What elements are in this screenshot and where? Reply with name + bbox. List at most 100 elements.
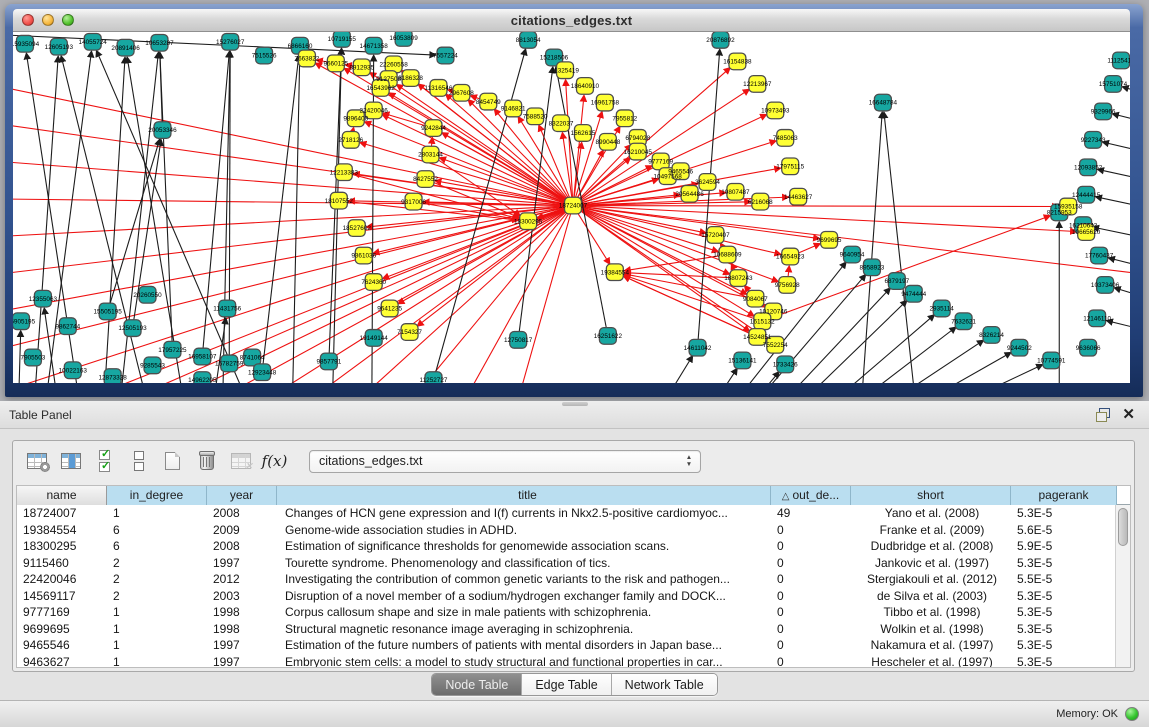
table-cell: 9463627 [17,654,107,669]
graph-node-label: 17975115 [776,164,804,171]
memory-ok-icon[interactable] [1125,707,1139,721]
graph-node-label: 12355063 [29,296,58,303]
graph-node-label: 9285543 [140,363,165,370]
graph-node-label: 20053346 [148,127,177,134]
graph-edge [762,216,1050,321]
delete-button[interactable] [193,448,220,474]
column-header-title[interactable]: title [277,486,771,505]
graph-edge [1107,321,1130,336]
new-document-button[interactable] [159,448,186,474]
graph-node-label: 14611042 [684,345,712,352]
network-view-window: citations_edges.txt 18724007159350941260… [5,4,1143,397]
table-cell: Genome-wide association studies in ADHD. [277,522,771,539]
network-canvas[interactable]: 1872400715935094126051931405572420891406… [13,32,1130,383]
graph-node-label: 9777169 [648,159,673,166]
delete-table-button[interactable]: ✕ [227,448,254,474]
column-header-in_degree[interactable]: in_degree [107,486,207,505]
graph-node-label: 10653287 [145,40,174,47]
graph-edge [779,301,906,383]
table-row[interactable]: 1938455462009Genome-wide association stu… [17,522,1130,539]
graph-node-label: 8990448 [595,139,620,146]
float-panel-icon[interactable] [1096,408,1110,421]
column-header-out_de[interactable]: △out_de... [771,486,851,505]
graph-node-label: 16961758 [591,100,620,107]
graph-edge [1115,288,1130,305]
table-cell: Franke et al. (2009) [851,522,1011,539]
tab-edge-table[interactable]: Edge Table [521,674,610,695]
row-height-icon [134,451,144,471]
graph-node-label: 9896408 [343,115,368,122]
table-panel-body: ✕ f(x) citations_edges.txt ▲▼ namein_deg… [12,440,1135,672]
table-toolbar: ✕ f(x) citations_edges.txt ▲▼ [13,441,1134,481]
trash-icon [200,453,214,470]
graph-edge [573,206,781,255]
row-height-button[interactable] [125,448,152,474]
graph-node-label: 9641235 [377,306,402,313]
table-cell: 5.3E-5 [1011,621,1117,638]
table-cell: 49 [771,505,851,522]
table-selector-value: citations_edges.txt [319,454,423,468]
table-row[interactable]: 969969511998Structural magnetic resonanc… [17,621,1130,638]
table-row[interactable]: 946554611997Estimation of the future num… [17,637,1130,654]
table-panel-titlebar[interactable]: Table Panel ✕ [0,401,1149,429]
table-cell: 14569117 [17,588,107,605]
table-row[interactable]: 1830029562008Estimation of significance … [17,538,1130,555]
graph-node-label: 11125419 [1107,58,1130,65]
table-cell: 18300295 [17,538,107,555]
show-column-button[interactable] [57,448,84,474]
column-header-name[interactable]: name [17,486,107,505]
table-row[interactable]: 1456911722003Disruption of a novel membe… [17,588,1130,605]
graph-node-label: 10719155 [328,36,357,43]
delete-table-icon: ✕ [231,453,251,469]
column-header-year[interactable]: year [207,486,277,505]
graph-node-label: 2967608 [449,90,474,97]
table-row[interactable]: 2242004622012Investigating the contribut… [17,571,1130,588]
graph-node-label: 12444415 [1072,192,1101,199]
table-row[interactable]: 1872400712008Changes of HCN gene express… [17,505,1130,522]
select-rows-icon [99,450,110,472]
tab-node-table[interactable]: Node Table [432,674,521,695]
table-selector-dropdown[interactable]: citations_edges.txt ▲▼ [309,450,701,473]
table-cell: 0 [771,588,851,605]
graph-node-label: 8958923 [860,265,885,272]
graph-node-label: 6879197 [884,278,909,285]
graph-node-label: 9756928 [775,282,800,289]
table-cell: 2 [107,571,207,588]
graph-edge [573,206,718,252]
graph-node-label: 6866160 [288,43,313,50]
table-cell: 0 [771,538,851,555]
graph-node-label: 9242844 [421,125,446,132]
select-rows-button[interactable] [91,448,118,474]
table-cell: 2008 [207,538,277,555]
graph-node-label: 20891406 [111,45,140,52]
close-panel-icon[interactable]: ✕ [1122,408,1135,422]
tab-network-table[interactable]: Network Table [611,674,717,695]
table-cell: 5.5E-5 [1011,571,1117,588]
table-cell: 0 [771,522,851,539]
scrollbar-thumb[interactable] [1118,508,1128,546]
graph-node-label: 14524851 [743,334,772,341]
network-graph[interactable]: 1872400715935094126051931405572420891406… [13,32,1130,383]
function-builder-button[interactable]: f(x) [261,448,288,474]
window-titlebar[interactable]: citations_edges.txt [13,9,1130,32]
graph-node-label: 10774591 [1037,358,1066,365]
graph-node-label: 14055724 [79,39,108,46]
table-row[interactable]: 946362711997Embryonic stem cells: a mode… [17,654,1130,669]
graph-edge [97,51,258,383]
table-cell: Estimation of the future numbers of pati… [277,637,771,654]
table-cell: Structural magnetic resonance image aver… [277,621,771,638]
graph-node-label: 19149144 [360,335,389,342]
column-header-pagerank[interactable]: pagerank [1011,486,1117,505]
graph-node-label: 9640954 [840,252,865,259]
table-row[interactable]: 977716911998Corpus callosum shape and si… [17,604,1130,621]
split-grip[interactable] [562,402,588,406]
status-bar: Memory: OK [0,700,1149,727]
graph-node-label: 1562615 [571,130,596,137]
table-cell: Tibbo et al. (1998) [851,604,1011,621]
table-row[interactable]: 911546021997Tourette syndrome. Phenomeno… [17,555,1130,572]
table-cell: 1997 [207,654,277,669]
graph-edge [573,206,1058,207]
column-header-short[interactable]: short [851,486,1011,505]
table-settings-button[interactable] [23,448,50,474]
table-scrollbar[interactable] [1115,505,1130,667]
